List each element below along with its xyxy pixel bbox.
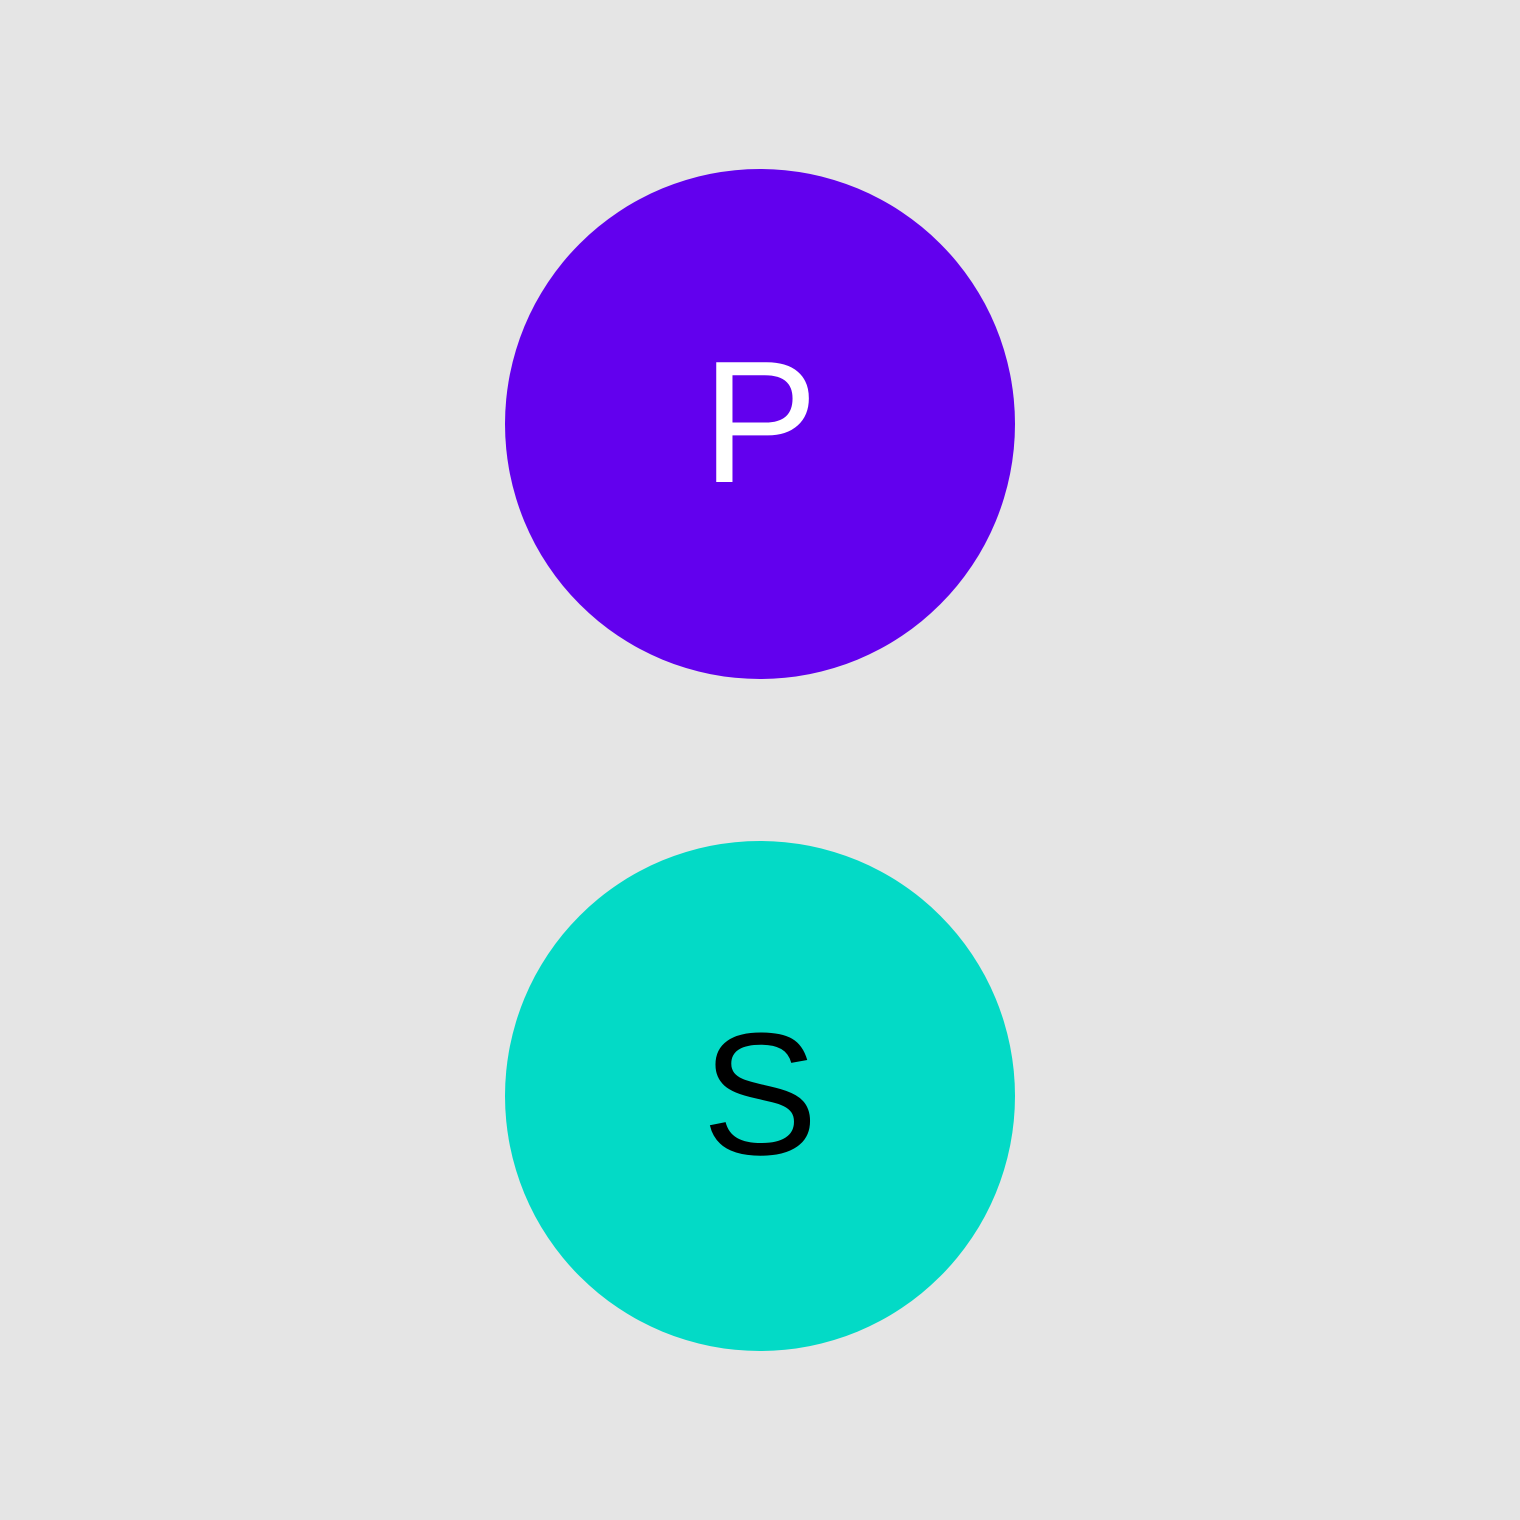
primary-color-circle: P	[505, 169, 1015, 679]
secondary-color-label: S	[701, 996, 819, 1191]
color-swatch-canvas: P S	[0, 0, 1520, 1520]
secondary-color-circle: S	[505, 841, 1015, 1351]
primary-color-label: P	[701, 324, 819, 519]
